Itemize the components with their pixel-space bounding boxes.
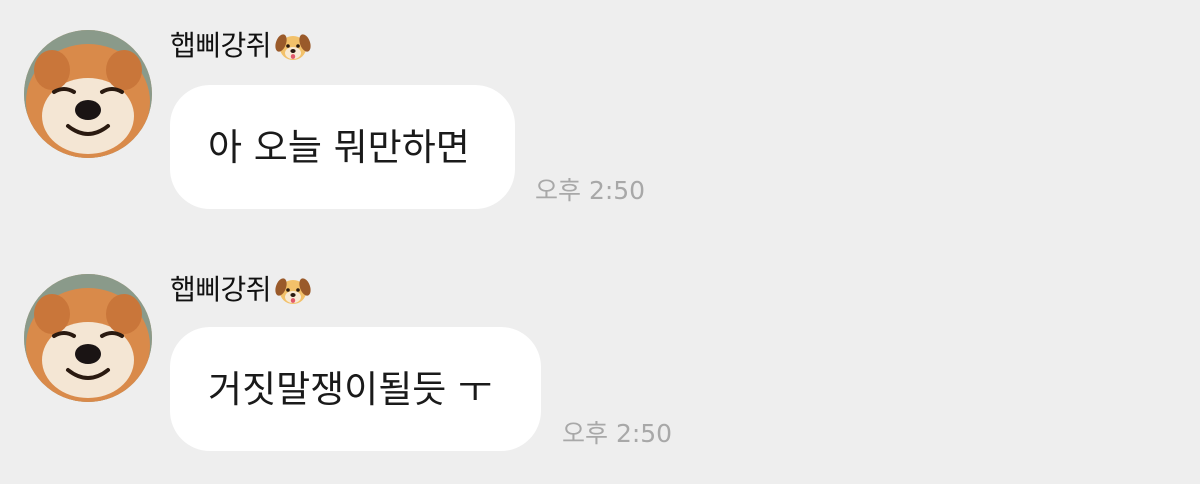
avatar[interactable] [24,30,152,158]
sender-row: 햅삐강쥐 [170,270,313,310]
avatar[interactable] [24,274,152,402]
sender-row: 햅삐강쥐 [170,26,313,66]
shiba-avatar-image [24,274,152,402]
message-text: 아 오늘 뭐만하면 [208,125,470,169]
dog-face-icon [273,270,313,310]
sender-name: 햅삐강쥐 [170,29,272,62]
message-text: 거짓말쟁이될듯 ㅜ [208,367,493,411]
message-timestamp: 오후 2:50 [562,419,673,448]
message-timestamp: 오후 2:50 [535,176,646,205]
sender-name: 햅삐강쥐 [170,273,272,306]
message-bubble[interactable]: 아 오늘 뭐만하면 [170,85,515,209]
message-bubble[interactable]: 거짓말쟁이될듯 ㅜ [170,327,541,451]
dog-face-icon [273,26,313,66]
shiba-avatar-image [24,30,152,158]
